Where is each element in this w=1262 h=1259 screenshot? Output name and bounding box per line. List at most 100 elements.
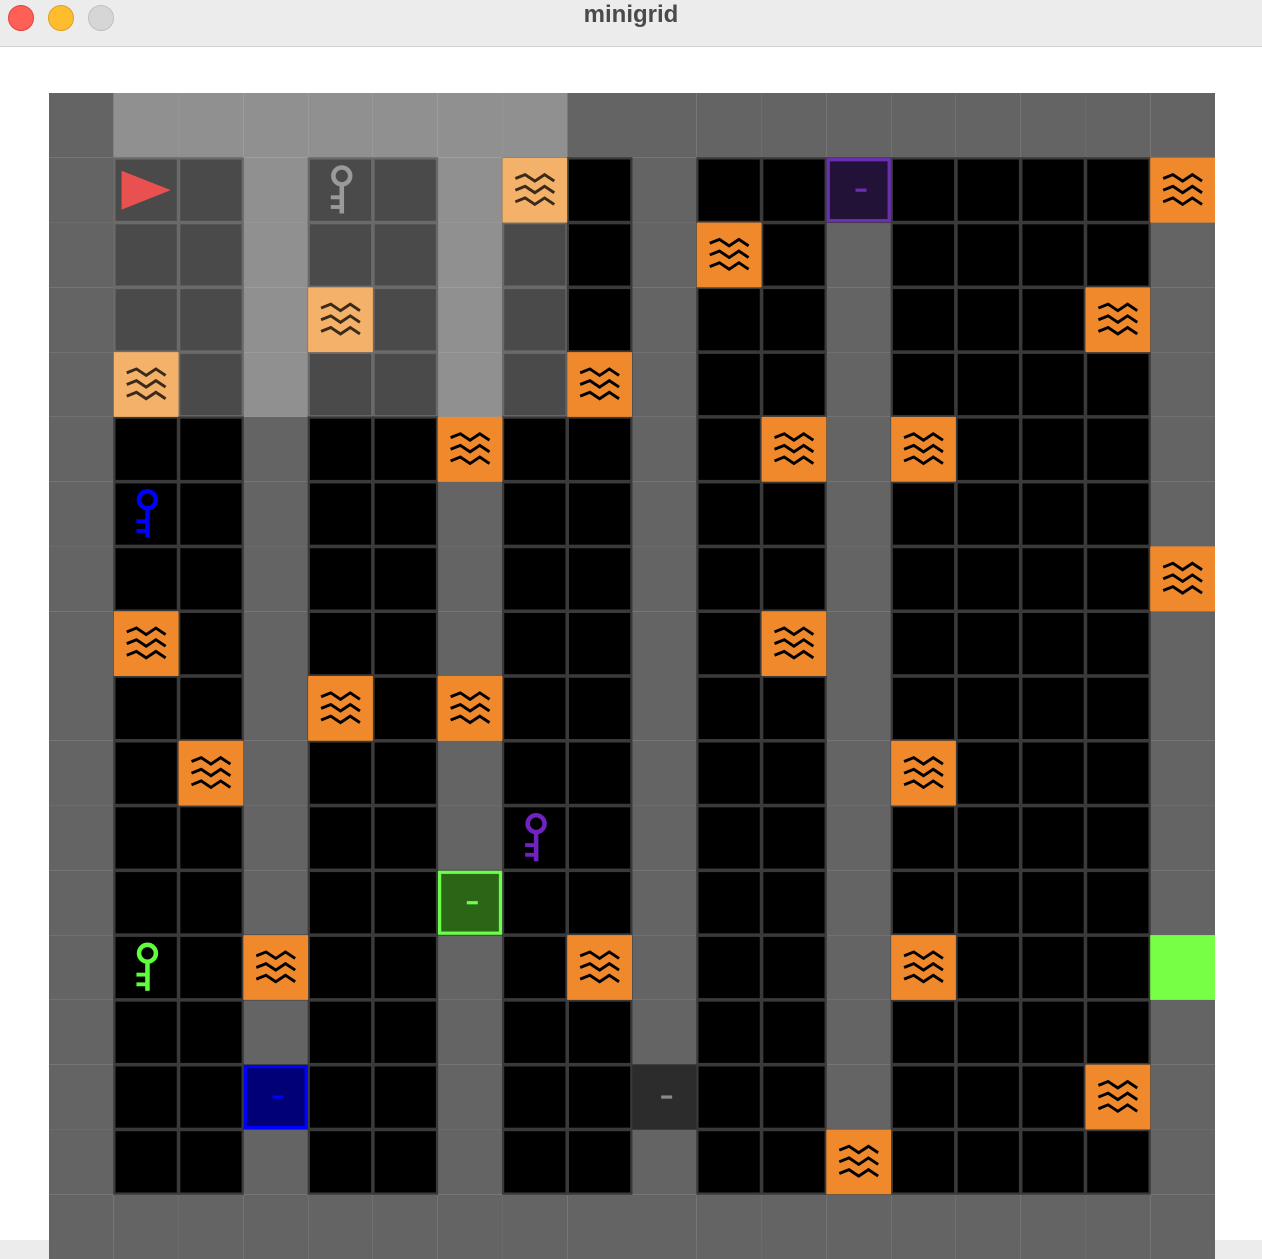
lava-tile	[113, 352, 179, 417]
floor-cell	[502, 1129, 568, 1195]
floor-cell	[113, 416, 179, 482]
floor-cell	[761, 935, 827, 1000]
lava-tile	[1150, 546, 1215, 612]
wall-cell	[49, 1194, 114, 1259]
wall-cell	[243, 676, 309, 741]
floor-cell	[891, 611, 956, 676]
floor-cell	[696, 416, 762, 482]
wall-cell	[632, 999, 697, 1065]
floor-cell	[567, 416, 632, 482]
wall-cell	[632, 740, 697, 806]
wall-cell	[696, 1194, 762, 1259]
floor-cell	[502, 999, 568, 1065]
wall-cell	[49, 1129, 114, 1195]
wall-cell	[1150, 1064, 1215, 1130]
floor-cell	[1020, 157, 1086, 223]
wall-cell	[437, 287, 503, 353]
floor-cell	[761, 481, 827, 547]
grey-door[interactable]	[632, 1064, 697, 1130]
floor-cell	[178, 805, 244, 871]
floor-cell	[178, 352, 244, 417]
wall-cell	[1020, 93, 1086, 158]
floor-cell	[955, 1129, 1021, 1195]
floor-cell	[761, 222, 827, 288]
wall-cell	[955, 93, 1021, 158]
wall-cell	[826, 481, 892, 547]
floor-cell	[567, 1129, 632, 1195]
floor-cell	[891, 157, 956, 223]
blue-door[interactable]	[243, 1064, 308, 1130]
floor-cell	[891, 222, 956, 288]
lava-cell	[308, 676, 373, 741]
wall-cell	[49, 546, 114, 612]
game-viewport	[0, 47, 1262, 1259]
wall-cell	[632, 805, 697, 871]
lava-cell	[243, 935, 309, 1000]
floor-cell	[502, 611, 568, 676]
wall-cell	[178, 93, 244, 158]
wall-cell	[761, 1194, 827, 1259]
key-shaft	[533, 832, 539, 862]
floor-cell	[955, 481, 1021, 547]
floor-cell	[1085, 481, 1151, 547]
floor-cell	[113, 287, 179, 353]
purple-door[interactable]	[826, 158, 891, 223]
lava-cell	[567, 352, 632, 417]
floor-cell	[372, 611, 438, 676]
floor-cell	[113, 1129, 179, 1195]
wall-cell	[826, 1194, 892, 1259]
wall-cell	[826, 287, 892, 353]
wall-cell	[891, 93, 956, 158]
wall-cell	[1020, 1194, 1086, 1259]
floor-cell	[696, 935, 762, 1000]
wall-cell	[891, 1194, 956, 1259]
floor-cell	[1020, 1129, 1086, 1195]
green-door[interactable]	[437, 870, 503, 935]
wall-cell	[632, 1129, 697, 1195]
floor-cell	[308, 870, 373, 936]
floor-cell	[955, 1064, 1021, 1130]
wall-cell	[49, 740, 114, 806]
wall-cell	[437, 546, 503, 612]
lava-cell	[178, 740, 244, 806]
wall-cell	[632, 352, 697, 417]
floor-cell	[308, 546, 373, 612]
wall-cell	[49, 287, 114, 353]
floor-cell	[761, 157, 827, 223]
lava-cell	[113, 352, 179, 417]
lava-cell	[761, 416, 827, 482]
floor-cell	[1085, 676, 1151, 741]
floor-cell	[1020, 999, 1086, 1065]
floor-cell	[761, 287, 827, 353]
wall-cell	[1150, 1129, 1215, 1195]
floor-cell	[178, 611, 244, 676]
wall-cell	[437, 611, 503, 676]
floor-cell	[502, 481, 568, 547]
floor-cell	[696, 546, 762, 612]
floor-cell	[567, 157, 632, 223]
floor-cell	[308, 481, 373, 547]
wall-cell	[243, 611, 309, 676]
wall-cell	[437, 1064, 503, 1130]
wall-cell	[1150, 93, 1215, 158]
floor-cell	[761, 999, 827, 1065]
floor-cell	[372, 870, 438, 936]
wall-cell	[826, 1064, 892, 1130]
floor-cell	[891, 870, 956, 936]
wall-cell	[632, 1194, 697, 1259]
floor-cell	[696, 157, 762, 223]
floor-cell	[178, 999, 244, 1065]
floor-cell	[1085, 935, 1151, 1000]
floor-cell	[761, 870, 827, 936]
wall-cell	[826, 416, 892, 482]
wall-cell	[1085, 1194, 1151, 1259]
floor-cell	[567, 740, 632, 806]
floor-cell	[308, 1064, 373, 1130]
wall-cell	[243, 740, 309, 806]
wall-cell	[437, 481, 503, 547]
floor-cell	[372, 222, 438, 288]
floor-cell	[308, 416, 373, 482]
wall-cell	[243, 870, 309, 936]
wall-cell	[49, 352, 114, 417]
lava-tile	[696, 222, 762, 288]
